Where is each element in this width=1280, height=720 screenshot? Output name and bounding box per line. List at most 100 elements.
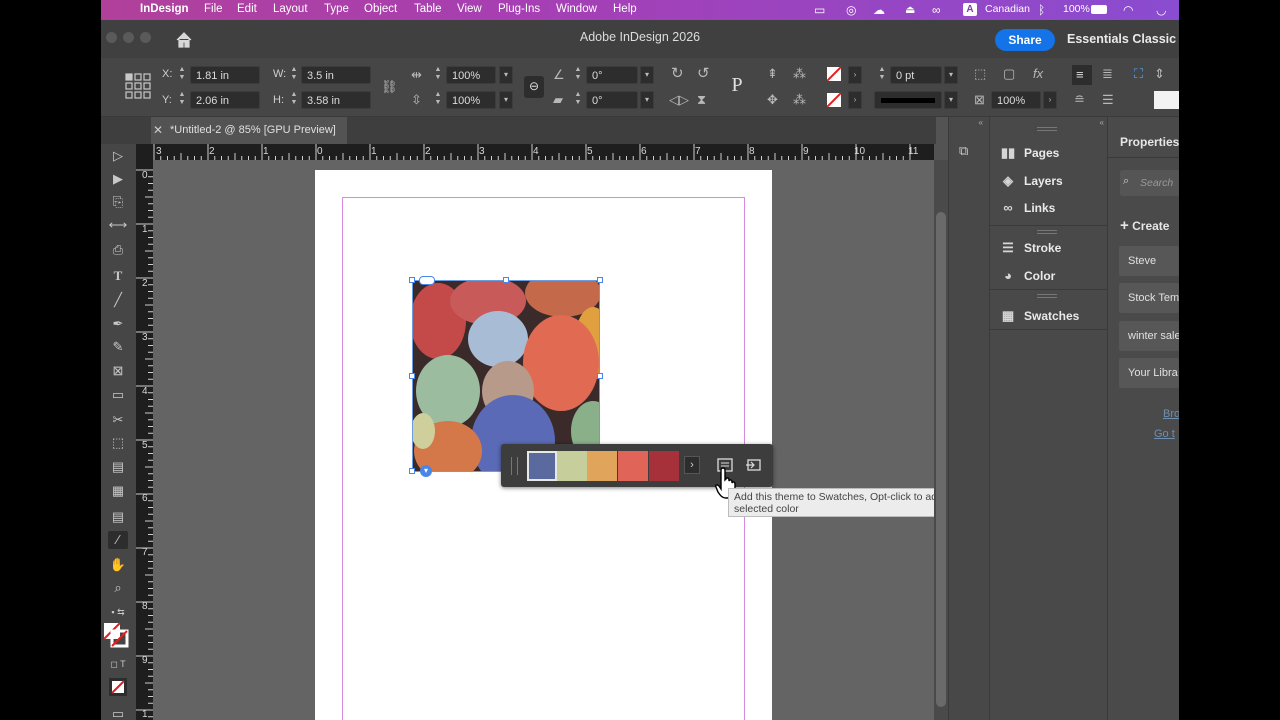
- bluetooth-icon[interactable]: ᛒ: [1038, 3, 1045, 17]
- strip-expand-icon[interactable]: «: [979, 118, 983, 127]
- create-library-button[interactable]: + Create: [1120, 217, 1169, 234]
- menu-table[interactable]: Table: [414, 3, 442, 15]
- frame-fitting-icon[interactable]: ⬚: [974, 67, 986, 81]
- scale-y-dropdown[interactable]: ▾: [499, 91, 513, 109]
- x-field[interactable]: 1.81 in: [190, 66, 260, 84]
- scissors-tool-icon[interactable]: ✂: [108, 411, 128, 429]
- resize-handle-bl[interactable]: [409, 468, 415, 474]
- gradient-tool-icon[interactable]: ▤: [108, 458, 128, 476]
- panel-links[interactable]: ∞ Links: [998, 200, 1055, 215]
- direct-selection-tool-icon[interactable]: ▶: [108, 170, 128, 188]
- theme-swatch-5[interactable]: [649, 451, 679, 481]
- dock-grip-2[interactable]: [1037, 230, 1057, 234]
- theme-grip[interactable]: [511, 457, 518, 475]
- page-tool-icon[interactable]: ⎘: [108, 193, 128, 211]
- wifi-icon[interactable]: ◠: [1123, 3, 1133, 17]
- hand-tool-icon[interactable]: ✋: [108, 556, 128, 574]
- input-source-label[interactable]: Canadian: [985, 3, 1030, 15]
- rectangle-frame-tool-icon[interactable]: ⊠: [108, 362, 128, 380]
- distribute-spacing-icon[interactable]: ☰: [1102, 93, 1114, 107]
- pen-tool-icon[interactable]: ✒: [108, 315, 128, 333]
- free-transform-tool-icon[interactable]: ⬚: [108, 434, 128, 452]
- menu-plugins[interactable]: Plug-Ins: [498, 3, 540, 15]
- resize-handle-ml[interactable]: [409, 373, 415, 379]
- scale-x-dropdown[interactable]: ▾: [499, 66, 513, 84]
- formatting-affects-icon[interactable]: ◻ T: [103, 655, 133, 673]
- battery-icon[interactable]: [1091, 5, 1107, 14]
- select-next-icon[interactable]: ⁂: [793, 93, 806, 107]
- theme-swatch-1[interactable]: [527, 451, 557, 481]
- tab-close-icon[interactable]: ✕: [153, 117, 163, 144]
- menu-type[interactable]: Type: [324, 3, 349, 15]
- library-item[interactable]: winter sale: [1119, 321, 1179, 351]
- menu-file[interactable]: File: [204, 3, 223, 15]
- select-content-icon[interactable]: ⁂: [793, 67, 806, 81]
- distribute-icon[interactable]: ≘: [1074, 93, 1085, 107]
- glasses-icon[interactable]: ∞: [932, 3, 941, 17]
- fill-stroke-proxy-icon[interactable]: [103, 622, 129, 648]
- resize-handle-mr[interactable]: [597, 373, 603, 379]
- pages-strip-icon[interactable]: ⧉: [959, 143, 968, 159]
- resize-handle-tr[interactable]: [597, 277, 603, 283]
- panel-swatches[interactable]: ▦ Swatches: [998, 308, 1080, 324]
- color-well[interactable]: [1154, 91, 1179, 109]
- rotate-ccw-icon[interactable]: ↺: [697, 66, 710, 81]
- shear-stepper-icon[interactable]: ▲ ▼: [573, 91, 583, 109]
- menu-object[interactable]: Object: [364, 3, 397, 15]
- input-source-badge[interactable]: A: [963, 3, 977, 16]
- rotate-stepper-icon[interactable]: ▲ ▼: [573, 66, 583, 84]
- theme-swatch-2[interactable]: [557, 451, 587, 481]
- shear-dropdown[interactable]: ▾: [640, 91, 654, 109]
- zoom-tool-icon[interactable]: ⌕: [108, 579, 128, 597]
- y-stepper-icon[interactable]: ▲ ▼: [177, 91, 187, 109]
- rotate-dropdown[interactable]: ▾: [640, 66, 654, 84]
- h-field[interactable]: 3.58 in: [301, 91, 371, 109]
- menu-view[interactable]: View: [457, 3, 482, 15]
- gradient-feather-tool-icon[interactable]: ▦: [108, 482, 128, 500]
- drop-shadow-icon[interactable]: ▢: [1003, 67, 1015, 81]
- menu-app-name[interactable]: InDesign: [140, 3, 189, 15]
- theme-to-swatches-icon[interactable]: [745, 457, 763, 473]
- panel-pages[interactable]: ▮▮ Pages: [998, 145, 1060, 161]
- dock-grip-3[interactable]: [1037, 294, 1057, 298]
- fill-dropdown[interactable]: ›: [848, 66, 862, 84]
- reference-point-icon[interactable]: [125, 73, 151, 99]
- stroke-type-field[interactable]: [874, 91, 942, 109]
- h-stepper-icon[interactable]: ▲ ▼: [289, 91, 299, 109]
- pencil-tool-icon[interactable]: ✎: [108, 338, 128, 356]
- selection-tool-icon[interactable]: ▷: [108, 147, 128, 165]
- frame-link-icon[interactable]: [419, 276, 435, 285]
- share-button[interactable]: Share: [995, 29, 1055, 51]
- stroke-weight-field[interactable]: 0 pt: [890, 66, 942, 84]
- gap-tool-icon[interactable]: ⟷: [108, 216, 128, 234]
- panel-stroke[interactable]: ☰ Stroke: [998, 240, 1061, 256]
- constrain-scale-icon[interactable]: ⊖: [524, 76, 544, 98]
- theme-swatch-3[interactable]: [587, 451, 617, 481]
- menu-edit[interactable]: Edit: [237, 3, 257, 15]
- screen-mode-icon[interactable]: ▭: [108, 705, 128, 720]
- menu-window[interactable]: Window: [556, 3, 597, 15]
- rotate-cw-icon[interactable]: ↻: [671, 66, 684, 81]
- properties-title[interactable]: Properties: [1120, 135, 1179, 149]
- panel-color[interactable]: ◕ Color: [998, 268, 1055, 283]
- flip-vertical-icon[interactable]: ⧗: [697, 93, 706, 107]
- go-to-link[interactable]: Go t: [1154, 428, 1175, 440]
- line-tool-icon[interactable]: ╱: [108, 291, 128, 309]
- battery-percent[interactable]: 100%: [1063, 3, 1090, 15]
- align-center-icon[interactable]: ≣: [1102, 67, 1113, 81]
- stroke-type-dropdown[interactable]: ▾: [944, 91, 958, 109]
- apply-none-icon[interactable]: [109, 678, 127, 696]
- flip-horizontal-icon[interactable]: ◁▷: [669, 93, 689, 107]
- opacity-dropdown[interactable]: ›: [1043, 91, 1057, 109]
- w-field[interactable]: 3.5 in: [301, 66, 371, 84]
- dock-collapse-icon[interactable]: «: [1100, 118, 1104, 127]
- library-item[interactable]: Your Libra: [1119, 358, 1179, 388]
- screen-mirror-icon[interactable]: ▭: [814, 3, 825, 17]
- note-tool-icon[interactable]: ▤: [108, 508, 128, 526]
- select-previous-icon[interactable]: ✥: [767, 93, 778, 107]
- library-item[interactable]: Steve: [1119, 246, 1179, 276]
- cloud-icon[interactable]: ☁: [873, 3, 885, 17]
- theme-swatch-4[interactable]: [618, 451, 648, 481]
- workspace-switcher[interactable]: Essentials Classic: [1067, 32, 1176, 46]
- type-tool-icon[interactable]: T: [108, 267, 128, 285]
